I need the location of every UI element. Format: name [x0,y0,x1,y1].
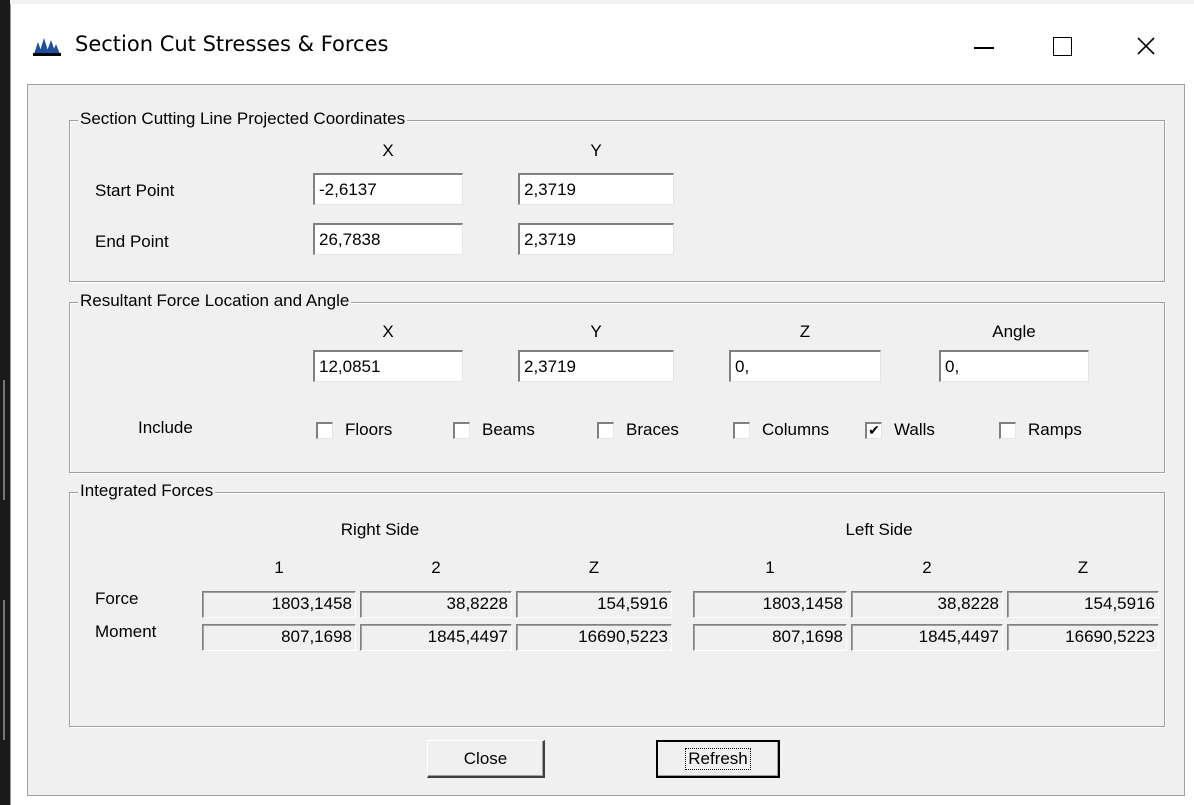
start-y-input[interactable] [518,173,674,205]
column-label-left-2: 2 [922,558,932,577]
force-row-label: Force [95,589,139,608]
start-point-label: Start Point [95,181,175,200]
column-label-angle: Angle [992,322,1036,341]
braces-checkbox-box[interactable] [597,421,614,439]
close-button-label: Close [463,748,508,768]
floors-checkbox-label: Floors [345,420,393,439]
moment-left-1-value: 807,1698 [693,624,847,651]
column-label-y: Y [590,322,602,341]
beams-checkbox[interactable]: Beams [453,417,535,443]
force-right-1-value: 1803,1458 [202,591,356,618]
moment-left-2-value: 1845,4497 [851,624,1003,651]
cutting-line-legend: Section Cutting Line Projected Coordinat… [78,109,408,129]
column-label-y: Y [590,141,602,160]
beams-checkbox-box[interactable] [453,421,470,439]
background-app-edge [0,0,10,805]
columns-checkbox-box[interactable] [733,421,750,439]
minimize-icon [974,47,994,49]
resultant-group: Resultant Force Location and Angle X Y Z… [69,291,1165,473]
integrated-forces-group: Integrated Forces Right Side Left Side 1… [69,481,1165,727]
column-label-z: Z [799,322,811,341]
column-label-x: X [382,322,394,341]
ramps-checkbox-label: Ramps [1028,420,1082,439]
column-label-x: X [382,141,394,160]
background-line [3,600,5,740]
maximize-icon [1052,36,1072,56]
close-window-button[interactable] [1111,18,1181,74]
resultant-x-input[interactable] [313,350,463,382]
end-x-input[interactable] [313,223,463,255]
dialog-client-area: Section Cutting Line Projected Coordinat… [27,84,1185,796]
cutting-line-group: Section Cutting Line Projected Coordinat… [69,109,1165,282]
resultant-y-input[interactable] [518,350,674,382]
resultant-z-input[interactable] [729,350,881,382]
column-label-left-1: 1 [765,558,775,577]
close-icon [1137,37,1155,55]
window-title: Section Cut Stresses & Forces [75,32,389,56]
force-right-2-value: 38,8228 [360,591,512,618]
walls-checkbox-label: Walls [894,420,935,439]
moment-right-1-value: 807,1698 [202,624,356,651]
moment-right-z-value: 16690,5223 [516,624,672,651]
left-side-label: Left Side [845,520,913,539]
force-right-z-value: 154,5916 [516,591,672,618]
background-line [3,380,5,500]
moment-row-label: Moment [95,622,157,641]
moment-left-z-value: 16690,5223 [1007,624,1159,651]
walls-checkbox[interactable]: Walls [865,417,935,443]
resultant-legend: Resultant Force Location and Angle [78,291,352,311]
beams-checkbox-label: Beams [482,420,535,439]
refresh-button[interactable]: Refresh [656,740,780,778]
title-bar[interactable]: Section Cut Stresses & Forces [11,4,1194,82]
ramps-checkbox-box[interactable] [999,421,1016,439]
right-side-label: Right Side [340,520,420,539]
ramps-checkbox[interactable]: Ramps [999,417,1082,443]
column-label-right-2: 2 [431,558,441,577]
floors-checkbox-box[interactable] [316,421,333,439]
section-cut-dialog: Section Cut Stresses & Forces Section Cu… [10,4,1194,805]
walls-checkbox-box[interactable] [865,421,882,439]
maximize-button[interactable] [1027,18,1097,74]
close-button[interactable]: Close [427,740,545,778]
braces-checkbox[interactable]: Braces [597,417,679,443]
refresh-button-label: Refresh [685,748,751,770]
columns-checkbox-label: Columns [762,420,830,439]
start-x-input[interactable] [313,173,463,205]
end-point-label: End Point [95,232,169,251]
columns-checkbox[interactable]: Columns [733,417,829,443]
integrated-forces-legend: Integrated Forces [78,481,216,501]
column-label-right-1: 1 [274,558,284,577]
minimize-button[interactable] [949,18,1019,74]
moment-right-2-value: 1845,4497 [360,624,512,651]
resultant-angle-input[interactable] [939,350,1089,382]
include-label: Include [138,418,193,437]
column-label-left-z: Z [1077,558,1089,577]
etabs-app-icon [33,34,61,56]
force-left-z-value: 154,5916 [1007,591,1159,618]
floors-checkbox[interactable]: Floors [316,417,392,443]
column-label-right-z: Z [588,558,600,577]
force-left-1-value: 1803,1458 [693,591,847,618]
force-left-2-value: 38,8228 [851,591,1003,618]
end-y-input[interactable] [518,223,674,255]
braces-checkbox-label: Braces [626,420,679,439]
